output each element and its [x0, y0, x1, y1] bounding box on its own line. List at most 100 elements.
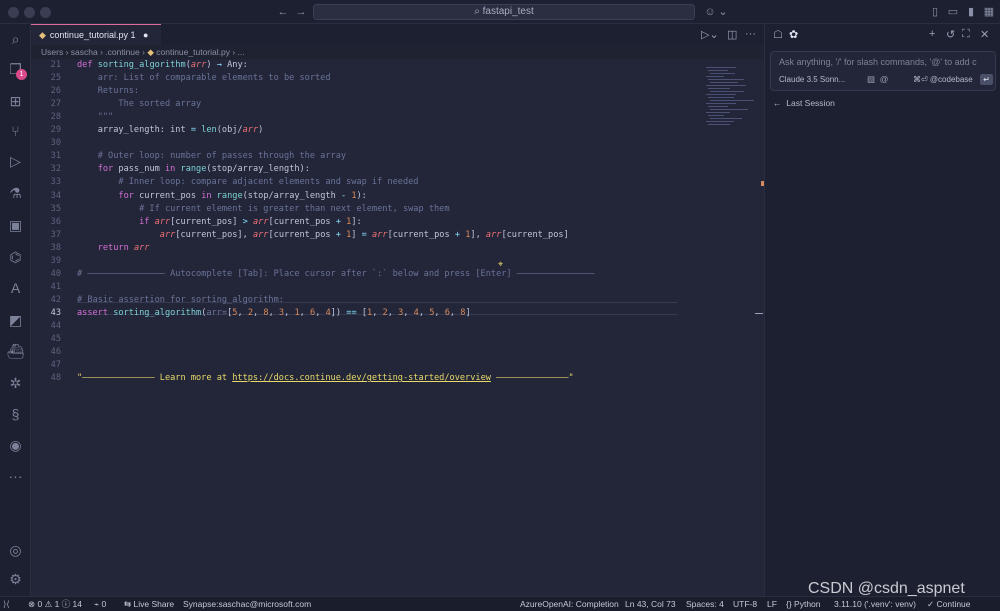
code-line[interactable]: The sorted array	[77, 99, 201, 109]
extensions-icon[interactable]: ⊞	[6, 92, 25, 111]
breadcrumb-sascha[interactable]: sascha	[71, 47, 98, 57]
scrollbar-thumb[interactable]	[755, 313, 763, 314]
code-line[interactable]: for pass_num in range(stop/array_length)…	[77, 164, 310, 174]
close-window-button[interactable]	[8, 7, 19, 18]
continue-status[interactable]: ✓ Continue	[927, 597, 971, 611]
cursor-position[interactable]: Ln 43, Col 73	[625, 597, 676, 611]
azure-ml-icon[interactable]: ⌬	[6, 248, 25, 267]
breadcrumb-users[interactable]: Users	[41, 47, 63, 57]
command-center[interactable]: ⌕ fastapi_test	[313, 4, 695, 20]
code-line[interactable]: for current_pos in range(stop/array_leng…	[77, 191, 366, 201]
run-debug-icon[interactable]: ▷	[6, 152, 25, 171]
code-line[interactable]: # Outer loop: number of passes through t…	[77, 151, 346, 161]
error-count: 0	[37, 599, 43, 609]
code-line[interactable]: if arr[current_pos] > arr[current_pos + …	[77, 217, 362, 227]
minimap-line	[708, 79, 744, 80]
completion-provider[interactable]: AzureOpenAI: Completion	[520, 597, 619, 611]
toggle-secondary-sidebar-icon[interactable]: ▮	[964, 5, 978, 19]
line-number: 30	[50, 138, 61, 149]
indentation[interactable]: Spaces: 4	[686, 597, 724, 611]
customize-layout-icon[interactable]: ▦	[982, 5, 996, 19]
more-actions-icon[interactable]: ···	[745, 28, 756, 40]
code-line[interactable]: Returns:	[77, 86, 139, 96]
minimap[interactable]	[706, 67, 756, 127]
code-line[interactable]: # If current element is greater than nex…	[77, 204, 449, 214]
at-mention-icon[interactable]: @	[880, 74, 889, 84]
search-icon[interactable]: ⌕	[6, 30, 25, 49]
more-icon[interactable]: ···	[6, 467, 25, 486]
minimap-line	[708, 88, 730, 89]
tab-continue-tutorial[interactable]: ◆ continue_tutorial.py 1 ●	[31, 24, 161, 45]
codebase-button[interactable]: ⌘⏎ @codebase	[913, 75, 973, 84]
code-line[interactable]: """	[77, 112, 114, 122]
continue-logo-icon[interactable]: ✿	[789, 28, 798, 41]
breadcrumb: Users › sascha › .continue › ◆ continue_…	[41, 47, 245, 57]
code-line[interactable]: arr[current_pos], arr[current_pos + 1] =…	[77, 230, 569, 240]
enter-icon[interactable]: ↵	[980, 74, 993, 85]
breadcrumb-symbol[interactable]: ...	[238, 47, 245, 57]
remote-explorer-icon[interactable]: ▣	[6, 216, 25, 235]
back-arrow-icon[interactable]: ←	[276, 5, 290, 19]
chevron-down-icon[interactable]: ⌄	[716, 5, 730, 19]
model-selector[interactable]: Claude 3.5 Sonn...	[779, 75, 845, 84]
problems-indicator[interactable]: ⊗ 0 ⚠ 1 ⓘ 14	[28, 597, 82, 611]
live-share-button[interactable]: ⇆ Live Share	[124, 597, 174, 611]
run-python-icon[interactable]: ▷⌄	[701, 28, 719, 41]
live-share-icon[interactable]: §	[6, 405, 25, 424]
split-editor-icon[interactable]: ◫	[727, 28, 737, 41]
new-session-icon[interactable]: +	[929, 28, 935, 40]
last-session-link[interactable]: ← Last Session	[773, 98, 835, 108]
minimap-line	[710, 109, 748, 110]
robot-icon[interactable]: ☖	[773, 28, 783, 41]
history-icon[interactable]: ↺	[946, 28, 955, 41]
kubernetes-icon[interactable]: ✲	[6, 374, 25, 393]
line-number: 40	[50, 268, 61, 279]
code-line[interactable]: def sorting_algorithm(arr) → Any:	[77, 60, 248, 70]
code-editor[interactable]: 21 def sorting_algorithm(arr) → Any: 25 ar…	[31, 59, 764, 596]
unsaved-dot-icon[interactable]: ●	[143, 25, 148, 45]
line-number: 44	[50, 321, 61, 331]
code-line[interactable]: # Inner loop: compare adjacent elements …	[77, 177, 418, 187]
image-icon[interactable]: ▨	[867, 74, 875, 84]
window-title: fastapi_test	[482, 6, 534, 17]
code-line[interactable]: array_length: int = len(obj/arr)	[77, 125, 264, 135]
code-line[interactable]: arr: List of comparable elements to be s…	[77, 73, 331, 83]
encoding[interactable]: UTF-8	[733, 597, 757, 611]
breadcrumb-file[interactable]: continue_tutorial.py	[156, 47, 230, 57]
close-panel-icon[interactable]: ✕	[980, 28, 989, 41]
code-line[interactable]: "—————————————— Learn more at https://do…	[77, 373, 574, 383]
line-ending[interactable]: LF	[767, 597, 777, 611]
code-line[interactable]: # ——————————————— Autocomplete [Tab]: Pl…	[77, 269, 594, 279]
azure-icon[interactable]: A	[6, 279, 25, 298]
minimap-line	[708, 115, 724, 116]
account-icon[interactable]: ◎	[6, 541, 25, 560]
minimize-window-button[interactable]	[24, 7, 35, 18]
line-number: 27	[50, 99, 61, 110]
code-line[interactable]: # Basic assertion for sorting_algorithm:	[77, 295, 284, 305]
synapse-account[interactable]: Synapse:saschac@microsoft.com	[183, 597, 311, 611]
docker-icon[interactable]: ⛴	[6, 342, 25, 361]
testing-icon[interactable]: ⚗	[6, 184, 25, 203]
continue-icon[interactable]: ◉	[6, 436, 25, 455]
breadcrumb-continue[interactable]: .continue	[105, 47, 140, 57]
toggle-primary-sidebar-icon[interactable]: ▯	[928, 5, 942, 19]
synapse-icon[interactable]: ◩	[6, 311, 25, 330]
forward-arrow-icon[interactable]: →	[294, 5, 308, 19]
copilot-icon[interactable]: ☺	[703, 5, 717, 19]
settings-gear-icon[interactable]: ⚙	[6, 570, 25, 589]
python-interpreter[interactable]: 3.11.10 ('.venv': venv)	[834, 597, 916, 611]
ports-indicator[interactable]: ⌁ 0	[94, 597, 106, 611]
tab-problem-count: 1	[130, 30, 136, 40]
python-file-icon: ◆	[147, 47, 154, 57]
fullscreen-icon[interactable]: ⛶	[962, 28, 970, 41]
chat-input[interactable]: Ask anything, '/' for slash commands, '@…	[770, 51, 996, 91]
code-line[interactable]: return arr	[77, 243, 150, 253]
remote-icon[interactable]: ⟩⟨	[3, 597, 10, 611]
language-mode[interactable]: {} Python	[786, 597, 821, 611]
line-number: 39	[50, 255, 61, 266]
toggle-panel-icon[interactable]: ▭	[946, 5, 960, 19]
minimap-line	[706, 121, 734, 122]
code-line[interactable]: assert sorting_algorithm(arr=[5, 2, 8, 3…	[77, 308, 471, 318]
zoom-window-button[interactable]	[40, 7, 51, 18]
source-control-icon[interactable]: ⑂	[6, 122, 25, 141]
